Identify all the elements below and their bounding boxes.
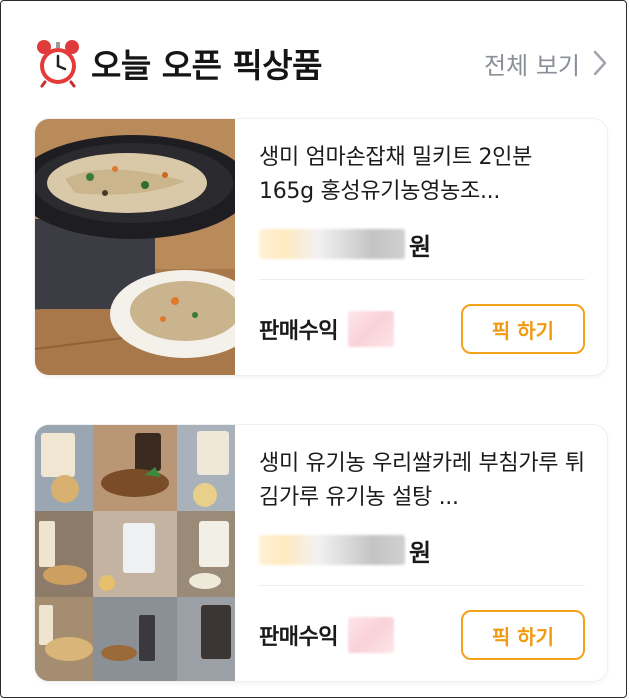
pick-button[interactable]: 픽 하기 [461,304,585,354]
price-row: 원 [259,227,585,261]
see-all-label: 전체 보기 [484,51,580,80]
product-name[interactable]: 생미 유기농 우리쌀카레 부침가루 튀김가루 유기농 설탕 ... [259,447,585,515]
profit-row: 판매수익 픽 하기 [259,302,585,356]
currency-label: 원 [409,232,432,261]
product-name[interactable]: 생미 엄마손잡채 밀키트 2인분 165g 홍성유기농영농조... [259,141,585,209]
product-card[interactable]: 생미 엄마손잡채 밀키트 2인분 165g 홍성유기농영농조... 원 판매수익… [35,119,607,375]
japchae-image [35,119,235,375]
product-info: 생미 유기농 우리쌀카레 부침가루 튀김가루 유기농 설탕 ... 원 판매수익… [259,447,585,681]
currency-label: 원 [409,538,432,567]
section-title: 오늘 오픈 픽상품 [91,46,323,85]
blurred-profit [347,617,394,653]
blurred-price [259,229,405,259]
profit-label: 판매수익 [259,319,338,344]
product-thumbnail[interactable] [35,119,235,375]
alarm-clock-icon [37,40,79,88]
section-header: 오늘 오픈 픽상품 전체 보기 [35,35,608,91]
divider [259,585,585,586]
product-thumbnail[interactable] [35,425,235,681]
price-row: 원 [259,533,585,567]
profit-row: 판매수익 픽 하기 [259,608,585,662]
flour-products-image [35,425,235,681]
blurred-price [259,535,405,565]
screen-frame: 오늘 오픈 픽상품 전체 보기 생미 엄마손잡채 밀키트 2인분 165g 홍성… [0,0,627,698]
see-all-link[interactable]: 전체 보기 [484,46,608,81]
product-info: 생미 엄마손잡채 밀키트 2인분 165g 홍성유기농영농조... 원 판매수익… [259,141,585,375]
profit-label: 판매수익 [259,625,338,650]
pick-button[interactable]: 픽 하기 [461,610,585,660]
blurred-profit [347,311,394,347]
product-card[interactable]: 생미 유기농 우리쌀카레 부침가루 튀김가루 유기농 설탕 ... 원 판매수익… [35,425,607,681]
chevron-right-icon [593,50,607,76]
divider [259,279,585,280]
